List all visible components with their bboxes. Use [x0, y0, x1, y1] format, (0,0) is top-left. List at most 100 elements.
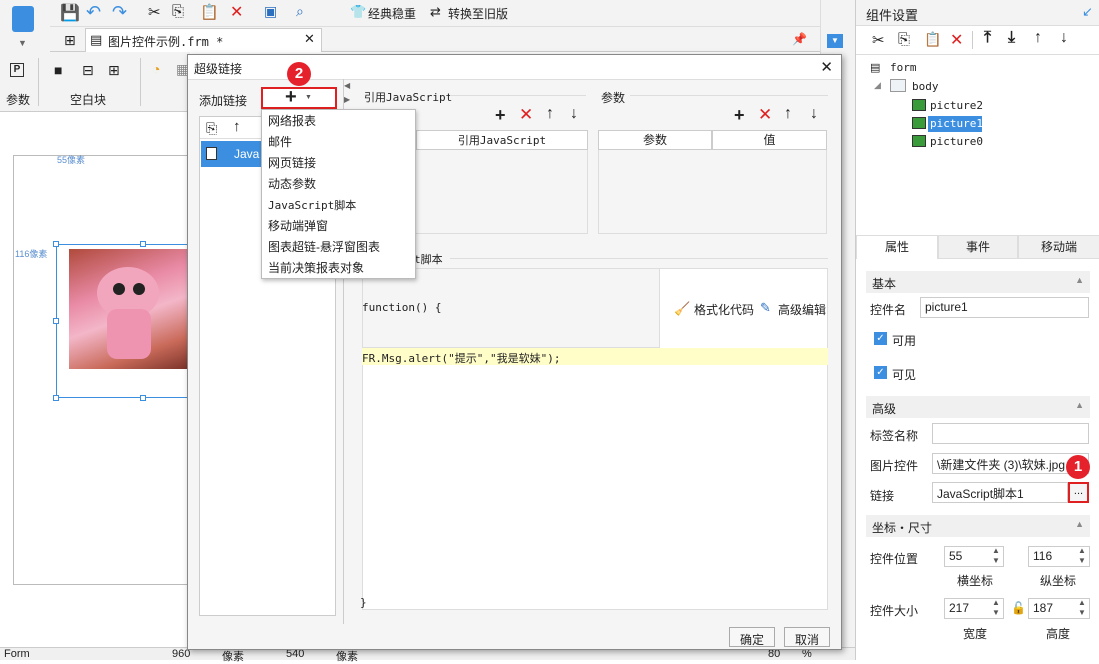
collapse-arrow-icon[interactable]: ▲	[1075, 400, 1084, 410]
picture-widget-selected[interactable]	[56, 244, 190, 398]
move-top-icon[interactable]: ⤒	[984, 29, 991, 47]
tab-properties[interactable]: 属性	[856, 235, 938, 259]
main-toolbar	[0, 0, 855, 27]
resize-handle[interactable]	[53, 241, 59, 247]
tab-file[interactable]: ▤ 图片控件示例.frm * ✕	[85, 28, 322, 52]
format-code-button[interactable]: 格式化代码	[694, 301, 754, 318]
list-item[interactable]: Java...	[201, 141, 261, 167]
resize-handle[interactable]	[140, 241, 146, 247]
grid-icon[interactable]: ⊞	[64, 32, 76, 49]
code-line[interactable]: FR.Msg.alert("提示","我是软妹");	[362, 350, 560, 366]
add-param-icon[interactable]: +	[734, 105, 745, 126]
stepper-icon[interactable]: ▲ ▼	[1078, 546, 1086, 566]
pin-icon[interactable]: 📌	[792, 32, 807, 46]
convert-legacy-button[interactable]: 转换至旧版	[448, 5, 508, 22]
menu-item-current-report[interactable]: 当前决策报表对象	[262, 258, 415, 279]
chevron-down-icon[interactable]: ▼	[18, 38, 27, 48]
close-dialog-icon[interactable]: ✕	[820, 58, 833, 76]
width-unit[interactable]: 像素	[222, 648, 244, 664]
menu-item-dynamic-param[interactable]: 动态参数	[262, 174, 415, 195]
delete-icon[interactable]: ✕	[950, 30, 963, 50]
advanced-edit-button[interactable]: 高级编辑	[778, 301, 826, 318]
split-layout-icon[interactable]: ⊟	[82, 62, 94, 79]
blank-block-label[interactable]: 空白块	[70, 91, 106, 108]
menu-item-email[interactable]: 邮件	[262, 132, 415, 153]
splitter-arrow-icon[interactable]: ▶	[344, 95, 350, 104]
save-icon[interactable]: 💾	[60, 3, 80, 23]
menu-item-mobile-popup[interactable]: 移动端弹窗	[262, 216, 415, 237]
classic-style-button[interactable]: 经典稳重	[368, 5, 416, 22]
preview-icon[interactable]: ▣	[264, 3, 277, 20]
ok-button[interactable]: 确定	[729, 627, 775, 647]
resize-handle[interactable]	[140, 395, 146, 401]
tree-node-picture2[interactable]: picture2	[930, 99, 983, 112]
param-icon[interactable]: P	[10, 63, 24, 77]
menu-item-chart-float[interactable]: 图表超链-悬浮窗图表	[262, 237, 415, 258]
paste-icon[interactable]: 📋	[200, 3, 219, 21]
collapse-arrow-icon[interactable]: ▲	[1075, 275, 1084, 285]
move-bottom-icon[interactable]: ⤓	[1008, 29, 1015, 47]
move-down-icon[interactable]: ↓	[570, 105, 578, 123]
stepper-icon[interactable]: ▲ ▼	[992, 598, 1000, 618]
add-link-button[interactable]: + ▼	[261, 86, 337, 109]
params-tab-label[interactable]: 参数	[6, 91, 30, 108]
menu-item-web-report[interactable]: 网络报表	[262, 111, 415, 132]
app-logo-icon[interactable]	[12, 6, 34, 32]
paste-icon[interactable]: 📋	[924, 31, 941, 48]
copy-icon[interactable]: ⎘	[206, 120, 217, 137]
link-input[interactable]: JavaScript脚本1	[932, 482, 1068, 503]
link-edit-button[interactable]: ...	[1068, 482, 1089, 503]
pie-chart-icon[interactable]: ◔	[152, 61, 160, 77]
move-up-icon[interactable]: ↑	[1034, 29, 1042, 47]
image-widget-label: 图片控件	[870, 459, 919, 473]
add-link-dropdown: 网络报表 邮件 网页链接 动态参数 JavaScript脚本 移动端弹窗 图表超…	[261, 109, 416, 279]
tree-node-body[interactable]: body	[912, 80, 939, 93]
menu-item-javascript[interactable]: JavaScript脚本	[262, 195, 415, 216]
collapse-icon[interactable]: ↙	[1082, 4, 1093, 20]
widget-name-input[interactable]: picture1	[920, 297, 1089, 318]
undo-icon[interactable]: ↶	[86, 2, 101, 23]
tab-mobile[interactable]: 移动端	[1018, 235, 1099, 259]
resize-handle[interactable]	[53, 318, 59, 324]
delete-icon[interactable]: ✕	[230, 2, 243, 22]
basic-section-header[interactable]: 基本 ▲	[866, 271, 1090, 293]
ref-js-column-header: 引用JavaScript	[416, 130, 588, 150]
copy-icon[interactable]: ⎘	[172, 3, 184, 20]
menu-item-web-link[interactable]: 网页链接	[262, 153, 415, 174]
tree-node-form[interactable]: form	[890, 61, 917, 74]
dropdown-icon[interactable]: ▼	[827, 34, 843, 48]
tree-node-picture0[interactable]: picture0	[930, 135, 983, 148]
add-ref-icon[interactable]: +	[495, 105, 506, 126]
search-icon[interactable]: ⌕	[296, 3, 304, 20]
delete-ref-icon[interactable]: ✕	[519, 105, 533, 125]
close-tab-icon[interactable]: ✕	[304, 31, 315, 47]
stepper-icon[interactable]: ▲ ▼	[1078, 598, 1086, 618]
delete-param-icon[interactable]: ✕	[758, 105, 772, 125]
redo-icon[interactable]: ↷	[112, 2, 127, 23]
coord-section-header[interactable]: 坐标・尺寸 ▲	[866, 515, 1090, 537]
collapse-arrow-icon[interactable]: ▲	[1075, 519, 1084, 529]
resize-handle[interactable]	[53, 395, 59, 401]
move-up-icon[interactable]: ↑	[233, 118, 241, 135]
tab-events[interactable]: 事件	[938, 235, 1018, 259]
stepper-icon[interactable]: ▲ ▼	[992, 546, 1000, 566]
copy-icon[interactable]: ⎘	[898, 31, 910, 48]
visible-checkbox[interactable]: ✓	[874, 366, 887, 379]
cancel-button[interactable]: 取消	[784, 627, 830, 647]
advanced-section-header[interactable]: 高级 ▲	[866, 396, 1090, 418]
enabled-checkbox[interactable]: ✓	[874, 332, 887, 345]
splitter-arrow-icon[interactable]: ◀	[344, 81, 350, 90]
layout-icon[interactable]: ■	[54, 62, 62, 78]
lock-icon[interactable]: 🔓	[1011, 601, 1026, 615]
tag-name-input[interactable]	[932, 423, 1089, 444]
table-layout-icon[interactable]: ⊞	[108, 62, 120, 79]
expand-arrow-icon[interactable]: ◢	[874, 80, 881, 91]
move-down-icon[interactable]: ↓	[1060, 29, 1068, 47]
cut-icon[interactable]: ✂	[148, 3, 161, 21]
move-up-icon[interactable]: ↑	[546, 105, 554, 123]
move-up-icon[interactable]: ↑	[784, 105, 792, 123]
form-node-icon: ▤	[870, 62, 881, 74]
move-down-icon[interactable]: ↓	[810, 105, 818, 123]
tree-node-picture1[interactable]: picture1	[930, 117, 983, 130]
cut-icon[interactable]: ✂	[872, 31, 885, 49]
